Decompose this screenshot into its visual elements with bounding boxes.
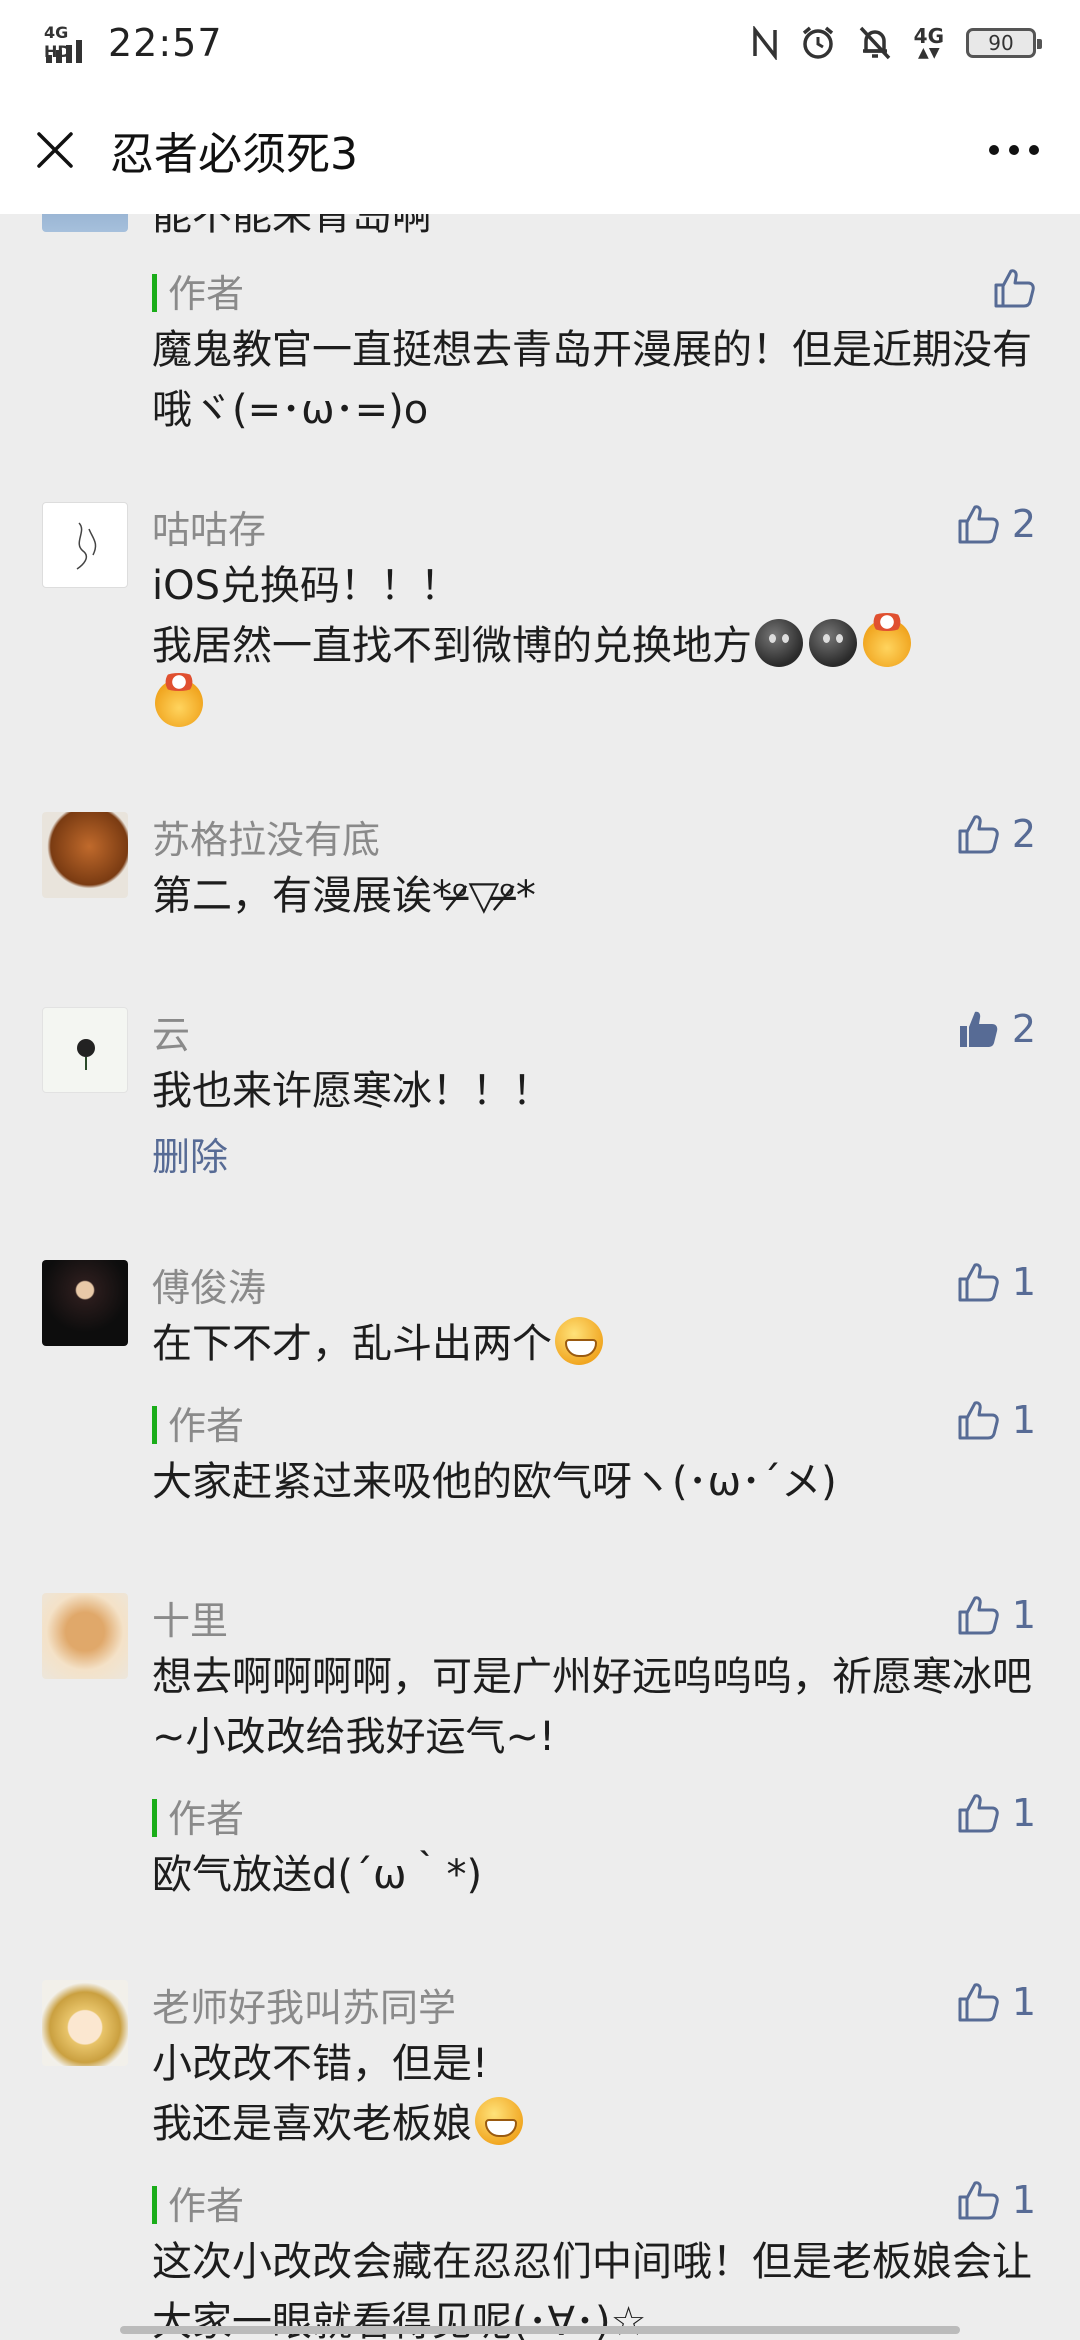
thumbs-up-icon: [994, 269, 1035, 308]
mobile-data-icon: 4G ▲▼: [913, 24, 944, 61]
status-left: 4G HD 22:57: [44, 21, 223, 65]
home-indicator[interactable]: [120, 2326, 960, 2334]
comment-item: 苏格拉没有底 2 第二，有漫展诶*ᵒ̶̷▽ᵒ̶̷*: [0, 806, 1080, 1001]
like-button[interactable]: 1: [956, 1593, 1036, 1637]
nfc-icon: [752, 26, 777, 60]
avatar: [42, 1007, 128, 1093]
mute-bell-icon: [859, 26, 890, 60]
reply-text: 魔鬼教官一直挺想去青岛开漫展的！但是近期没有哦ヾ(=･ω･=)o: [152, 327, 1032, 433]
thumbs-up-filled-icon: [959, 1011, 998, 1047]
comment-text: 在下不才，乱斗出两个: [152, 1314, 1040, 1374]
comment-text: 能不能来青岛啊: [152, 214, 432, 239]
like-count: 1: [1011, 2178, 1036, 2222]
battery-icon: 90: [966, 28, 1042, 58]
battery-level: 90: [988, 31, 1014, 55]
author-reply: 作者 1 这次小改改会藏在忍忍们中间哦！但是老板娘会让大家一眼就看得见呢(･∀･…: [152, 2172, 1040, 2340]
comment-item: 咕咕存 2 iOS兑换码！！！ 我居然一直找不到微博的兑换地方: [0, 496, 1080, 806]
commenter-name[interactable]: 苏格拉没有底: [152, 809, 380, 864]
thumbs-up-icon: [958, 815, 999, 854]
author-label: 作者: [168, 1403, 245, 1448]
commenter-name[interactable]: 咕咕存: [152, 499, 266, 554]
like-button[interactable]: 1: [956, 1980, 1036, 2024]
delete-link[interactable]: 删除: [152, 1129, 1040, 1185]
comment-list[interactable]: 能不能来青岛啊 作者 魔鬼教官一直挺想去青岛开漫展的！但是近期没有哦ヾ(=･ω･…: [0, 214, 1080, 2340]
comment-item: 能不能来青岛啊 作者 魔鬼教官一直挺想去青岛开漫展的！但是近期没有哦ヾ(=･ω･…: [0, 214, 1080, 496]
comment-text: 第二，有漫展诶*ᵒ̶̷▽ᵒ̶̷*: [152, 873, 536, 919]
comment-text: iOS兑换码！！！ 我居然一直找不到微博的兑换地方: [152, 556, 1040, 736]
avatar: [42, 502, 128, 588]
commenter-name[interactable]: 老师好我叫苏同学: [152, 1977, 456, 2032]
more-dots-icon: [989, 145, 1039, 155]
close-icon: [37, 132, 73, 168]
reply-text: 欧气放送d(´ω｀*): [152, 1852, 483, 1898]
reply-text: 这次小改改会藏在忍忍们中间哦！但是老板娘会让大家一眼就看得见呢(･∀･)☆: [152, 2239, 1032, 2340]
title-bar: 忍者必须死3: [0, 86, 1080, 214]
grinning-face-emoji-icon: [555, 1317, 603, 1365]
author-label: 作者: [168, 1796, 245, 1841]
like-button[interactable]: 1: [956, 1398, 1036, 1442]
author-reply: 作者 1 欧气放送d(´ω｀*): [152, 1785, 1040, 1905]
like-button[interactable]: 1: [956, 1791, 1036, 1835]
thumbs-up-icon: [958, 1983, 999, 2022]
comment-item: 老师好我叫苏同学 1 小改改不错，但是! 我还是喜欢老板娘 作者 1 这次小改改…: [0, 1974, 1080, 2340]
comment-item: 傅俊涛 1 在下不才，乱斗出两个 作者 1 大家赶紧过来吸他的欧气呀ヽ(･ω･´…: [0, 1254, 1080, 1587]
commenter-name[interactable]: 傅俊涛: [152, 1257, 266, 1312]
avatar: [42, 214, 128, 232]
author-label: 作者: [168, 271, 245, 316]
thumbs-up-icon: [958, 505, 999, 544]
author-reply: 作者 魔鬼教官一直挺想去青岛开漫展的！但是近期没有哦ヾ(=･ω･=)o: [152, 260, 1040, 440]
close-button[interactable]: [0, 86, 110, 214]
like-button[interactable]: 2: [956, 812, 1036, 856]
thumbs-up-icon: [958, 1794, 999, 1833]
thumbs-up-icon: [958, 2181, 999, 2220]
status-time: 22:57: [108, 21, 223, 65]
comment-text: 想去啊啊啊啊，可是广州好远呜呜呜，祈愿寒冰吧~小改改给我好运气~!: [152, 1654, 1032, 1760]
comment-text: 我也来许愿寒冰！！！: [152, 1068, 552, 1114]
grimacing-face-emoji-icon: [475, 2097, 523, 2145]
avatar: [42, 1593, 128, 1679]
commenter-name[interactable]: 十里: [152, 1590, 228, 1645]
avatar: [42, 1980, 128, 2066]
alarm-icon: [802, 26, 833, 59]
thumbs-up-icon: [958, 1401, 999, 1440]
exploding-head-emoji-icon: [155, 673, 203, 727]
avatar: [42, 1260, 128, 1346]
like-button[interactable]: 2: [956, 502, 1036, 546]
dark-face-emoji-icon: [809, 619, 857, 667]
author-reply: 作者 1 大家赶紧过来吸他的欧气呀ヽ(･ω･´メ): [152, 1392, 1040, 1512]
signal-icon: 4G HD: [44, 23, 94, 63]
thumbs-up-icon: [958, 1596, 999, 1635]
like-button[interactable]: 1: [956, 1260, 1036, 1304]
more-button[interactable]: [964, 86, 1064, 214]
comment-text: 小改改不错，但是! 我还是喜欢老板娘: [152, 2034, 1040, 2154]
thumbs-up-icon: [958, 1263, 999, 1302]
author-label: 作者: [168, 2183, 245, 2228]
exploding-head-emoji-icon: [863, 613, 911, 667]
reply-text: 大家赶紧过来吸他的欧气呀ヽ(･ω･´メ): [152, 1459, 837, 1505]
like-button-liked[interactable]: 2: [956, 1007, 1036, 1051]
status-right: 4G ▲▼ 90: [752, 24, 1042, 61]
like-count: 2: [1011, 812, 1036, 856]
like-count: 1: [1011, 1398, 1036, 1442]
page-title: 忍者必须死3: [110, 129, 358, 180]
like-button[interactable]: 1: [956, 2178, 1036, 2222]
status-bar: 4G HD 22:57 4G ▲▼ 90: [0, 0, 1080, 86]
like-count: 1: [1011, 1791, 1036, 1835]
like-count: 1: [1011, 1980, 1036, 2024]
dark-face-emoji-icon: [755, 619, 803, 667]
comment-item: 十里 1 想去啊啊啊啊，可是广州好远呜呜呜，祈愿寒冰吧~小改改给我好运气~! 作…: [0, 1587, 1080, 1974]
like-count: 2: [1011, 1007, 1036, 1051]
commenter-name[interactable]: 云: [152, 1004, 190, 1059]
like-count: 1: [1011, 1593, 1036, 1637]
comment-item: 云 2 我也来许愿寒冰！！！ 删除: [0, 1001, 1080, 1254]
like-button[interactable]: [992, 266, 1036, 310]
like-count: 1: [1011, 1260, 1036, 1304]
like-count: 2: [1011, 502, 1036, 546]
avatar: [42, 812, 128, 898]
